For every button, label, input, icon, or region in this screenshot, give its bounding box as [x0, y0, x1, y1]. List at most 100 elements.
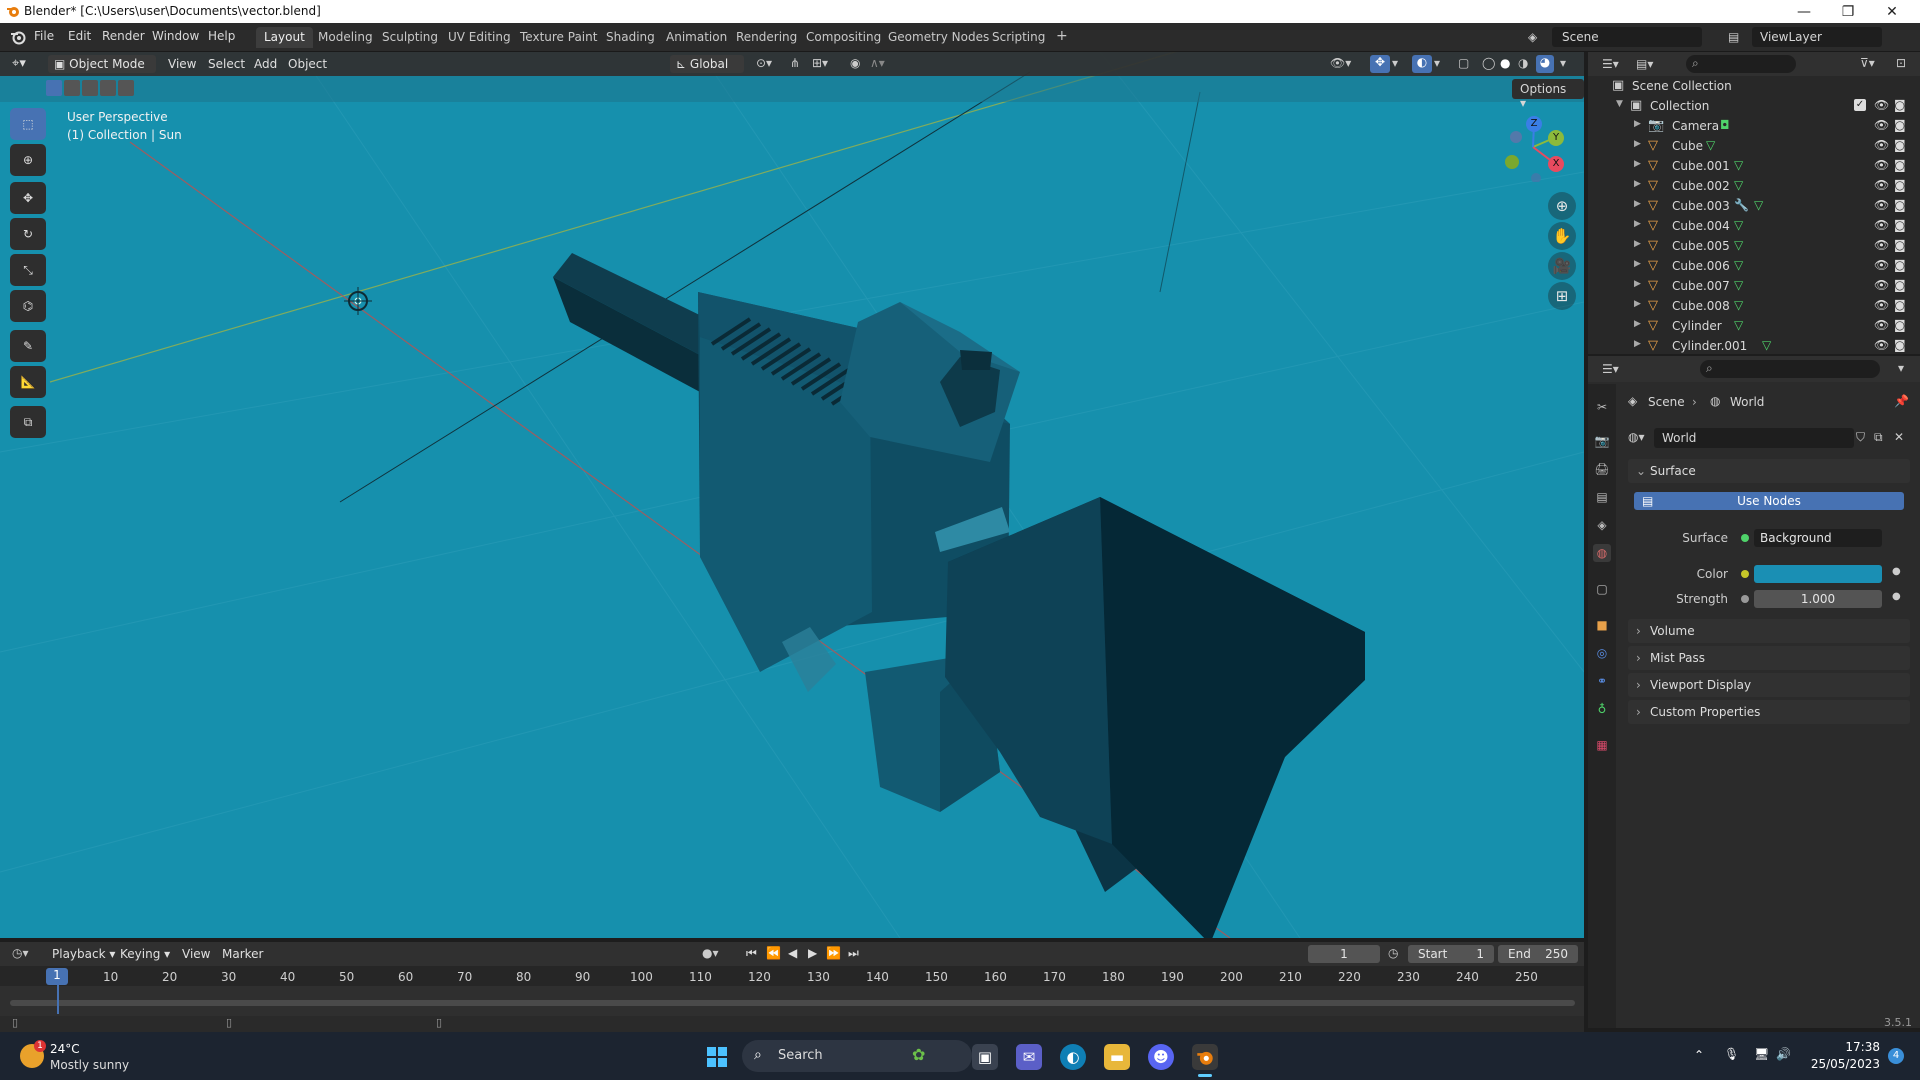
tool-add-cube[interactable]: ⧉ — [10, 406, 46, 438]
gizmo-z-axis[interactable]: Z — [1526, 116, 1542, 132]
texture-tab-icon[interactable]: ▦ — [1593, 736, 1611, 754]
mesh-data-icon[interactable]: ▽ — [1734, 158, 1743, 172]
eye-icon[interactable]: 👁 — [1874, 318, 1889, 332]
notification-badge[interactable]: 4 — [1888, 1048, 1904, 1064]
pivot-point-icon[interactable]: ⊙▾ — [756, 56, 772, 70]
properties-options-icon[interactable]: ▾ — [1898, 361, 1904, 375]
file-explorer-icon[interactable]: ▬ — [1104, 1044, 1130, 1070]
playhead-marker[interactable]: 1 — [46, 968, 68, 985]
expand-arrow-icon[interactable]: ▶ — [1634, 279, 1641, 289]
world-type-icon[interactable]: ◍▾ — [1628, 430, 1645, 444]
object-mode-dropdown[interactable]: ▣ Object Mode — [48, 55, 156, 73]
options-dropdown[interactable]: Options ▾ — [1512, 79, 1584, 110]
menu-file[interactable]: File — [34, 29, 54, 43]
constraints-tab-icon[interactable]: ⚭ — [1593, 672, 1611, 690]
panel-header-custom-properties[interactable]: › Custom Properties — [1628, 700, 1910, 724]
scene-icon[interactable]: ◈ — [1528, 30, 1537, 44]
close-button[interactable]: ✕ — [1870, 0, 1914, 23]
new-collection-icon[interactable]: ⊡ — [1896, 56, 1906, 70]
current-frame-field[interactable]: 1 — [1308, 945, 1380, 963]
tool-move[interactable]: ✥ — [10, 182, 46, 214]
eye-icon[interactable]: 👁 — [1874, 118, 1889, 132]
keyframe-dot-icon[interactable]: ● — [1892, 591, 1901, 602]
blender-menu-icon[interactable] — [10, 29, 26, 45]
mesh-data-icon[interactable]: ▽ — [1734, 218, 1743, 232]
gun-model[interactable] — [553, 253, 1365, 938]
navigation-gizmo[interactable]: Z Y X — [1498, 112, 1568, 182]
tool-cursor[interactable]: ⊕ — [10, 144, 46, 176]
expand-arrow-icon[interactable]: ▶ — [1634, 179, 1641, 189]
network-icon[interactable]: 🖥 — [1754, 1047, 1769, 1061]
rendered-shading-icon[interactable]: ◕ — [1536, 55, 1554, 73]
tool-scale[interactable]: ⤡ — [10, 254, 46, 286]
playhead-line[interactable] — [57, 984, 59, 1014]
expand-arrow-icon[interactable]: ▶ — [1634, 319, 1641, 329]
clock-date[interactable]: 25/05/2023 — [1808, 1057, 1880, 1071]
tab-animation[interactable]: Animation — [658, 27, 735, 48]
mesh-data-icon[interactable]: ▽ — [1706, 138, 1715, 152]
mesh-data-icon[interactable]: ▽ — [1734, 298, 1743, 312]
pin-icon[interactable]: 📌 — [1894, 394, 1909, 408]
keyframe-dot-icon[interactable]: ● — [1892, 566, 1901, 577]
selection-mode-subtract-icon[interactable] — [82, 80, 98, 96]
tool-tab-icon[interactable]: ✂ — [1593, 398, 1611, 416]
menu-edit[interactable]: Edit — [68, 29, 91, 43]
outliner-editor-icon[interactable]: ☰▾ — [1602, 57, 1619, 71]
tool-select-box[interactable]: ⬚ — [10, 108, 46, 140]
volume-icon[interactable]: 🔊 — [1776, 1047, 1791, 1061]
outliner-row-object[interactable]: ▶ ▽ Cube.004 ▽ 👁 ◙ — [1588, 216, 1920, 236]
editor-type-icon[interactable]: ⌖▾ — [12, 56, 26, 71]
strength-slider[interactable]: 1.000 — [1754, 590, 1882, 608]
discord-icon[interactable]: ☻ — [1148, 1044, 1174, 1070]
timeline-scrollbar[interactable] — [10, 1000, 1575, 1006]
sun-lamp-icon[interactable] — [344, 287, 372, 315]
mesh-data-icon[interactable]: ▽ — [1734, 258, 1743, 272]
mesh-data-icon[interactable]: ▽ — [1754, 198, 1763, 212]
selection-mode-new-icon[interactable] — [46, 80, 62, 96]
jump-keyframe-forward-icon[interactable]: ⏩ — [826, 946, 841, 960]
eye-icon[interactable]: 👁 — [1874, 158, 1889, 172]
maximize-button[interactable]: ❐ — [1826, 0, 1870, 23]
tray-chevron-icon[interactable]: ⌃ — [1694, 1048, 1704, 1062]
eye-icon[interactable]: 👁 — [1874, 98, 1889, 112]
menu-render[interactable]: Render — [102, 29, 145, 43]
mesh-data-icon[interactable]: ▽ — [1734, 278, 1743, 292]
visibility-icon[interactable]: 👁▾ — [1330, 56, 1351, 70]
collection-tab-icon[interactable]: ▢ — [1593, 580, 1611, 598]
outliner-row-object[interactable]: ▶ ▽ Cube.003 🔧 ▽ 👁 ◙ — [1588, 196, 1920, 216]
tab-modeling[interactable]: Modeling — [310, 27, 381, 48]
unlink-icon[interactable]: ✕ — [1894, 430, 1904, 444]
start-frame-field[interactable]: Start 1 — [1408, 945, 1494, 963]
render-camera-icon[interactable]: ◙ — [1894, 318, 1906, 332]
scene-tab-icon[interactable]: ◈ — [1593, 516, 1611, 534]
eye-icon[interactable]: 👁 — [1874, 218, 1889, 232]
clock-time[interactable]: 17:38 — [1820, 1040, 1880, 1054]
play-reverse-icon[interactable]: ◀ — [788, 946, 797, 960]
eye-icon[interactable]: 👁 — [1874, 258, 1889, 272]
eye-icon[interactable]: 👁 — [1874, 198, 1889, 212]
tab-shading[interactable]: Shading — [598, 27, 663, 48]
selection-mode-intersect-icon[interactable] — [118, 80, 134, 96]
expand-arrow-icon[interactable]: ▶ — [1634, 199, 1641, 209]
render-camera-icon[interactable]: ◙ — [1894, 258, 1906, 272]
outliner-row-object[interactable]: ▶ ▽ Cube.008 ▽ 👁 ◙ — [1588, 296, 1920, 316]
minimize-button[interactable]: — — [1782, 0, 1826, 23]
mesh-data-icon[interactable]: ▽ — [1734, 238, 1743, 252]
mesh-data-icon[interactable]: ▽ — [1734, 178, 1743, 192]
data-tab-icon[interactable]: ♁ — [1593, 700, 1611, 718]
tool-rotate[interactable]: ↻ — [10, 218, 46, 250]
render-tab-icon[interactable]: 📷 — [1593, 432, 1611, 450]
viewport-menu-select[interactable]: Select — [208, 57, 245, 71]
outliner-row-collection[interactable]: ▼ ▣ Collection ✓ 👁 ◙ — [1588, 96, 1920, 116]
tab-sculpting[interactable]: Sculpting — [374, 27, 446, 48]
eye-icon[interactable]: 👁 — [1874, 338, 1889, 352]
gizmo-toggle-icon[interactable]: ✥ — [1370, 55, 1390, 73]
render-camera-icon[interactable]: ◙ — [1894, 298, 1906, 312]
ortho-grid-icon[interactable]: ⊞ — [1548, 282, 1576, 310]
properties-editor-icon[interactable]: ☰▾ — [1602, 362, 1619, 376]
marker-icon[interactable]: ▯ — [436, 1016, 442, 1029]
expand-arrow-icon[interactable]: ▶ — [1634, 219, 1641, 229]
end-frame-field[interactable]: End 250 — [1498, 945, 1578, 963]
physics-tab-icon[interactable]: ◎ — [1593, 644, 1611, 662]
task-view-icon[interactable]: ▣ — [972, 1044, 998, 1070]
